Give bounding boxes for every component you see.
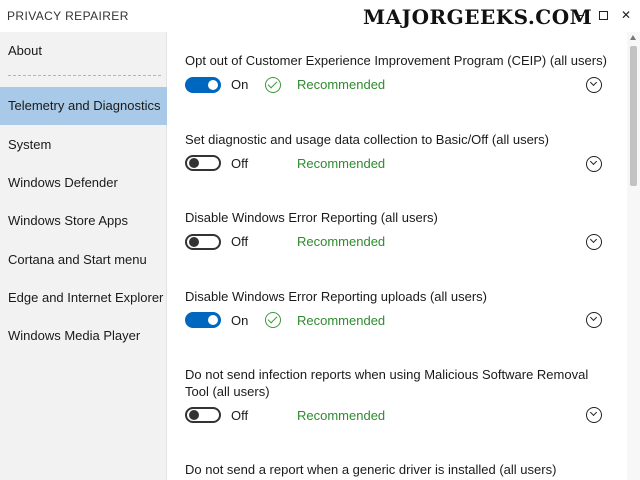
sidebar: About Telemetry and Diagnostics System W… bbox=[0, 32, 167, 480]
close-icon[interactable]: ✕ bbox=[618, 6, 634, 24]
setting-ceip: Opt out of Customer Experience Improveme… bbox=[185, 52, 610, 93]
sidebar-item-label: Windows Store Apps bbox=[8, 213, 128, 228]
chevron-down-circle-icon[interactable] bbox=[586, 156, 602, 172]
sidebar-item-label: Cortana and Start menu bbox=[8, 252, 147, 267]
minimize-icon[interactable] bbox=[572, 6, 588, 24]
maximize-icon[interactable] bbox=[595, 6, 611, 24]
chevron-down-circle-icon[interactable] bbox=[586, 77, 602, 93]
setting-error-reporting: Disable Windows Error Reporting (all use… bbox=[185, 209, 610, 250]
recommended-label: Recommended bbox=[297, 313, 386, 328]
setting-title: Set diagnostic and usage data collection… bbox=[185, 132, 549, 147]
scroll-up-arrow-icon[interactable] bbox=[630, 35, 636, 40]
toggle-knob bbox=[208, 315, 218, 325]
toggle-knob bbox=[189, 410, 199, 420]
sidebar-separator bbox=[8, 75, 161, 76]
vertical-scrollbar[interactable] bbox=[627, 32, 640, 480]
toggle-state: Off bbox=[231, 408, 249, 423]
setting-msrt-reports: Do not send infection reports when using… bbox=[185, 366, 610, 423]
toggle-knob bbox=[208, 80, 218, 90]
sidebar-item-cortana[interactable]: Cortana and Start menu bbox=[0, 241, 167, 279]
sidebar-item-media-player[interactable]: Windows Media Player bbox=[0, 317, 167, 355]
sidebar-item-edge-ie[interactable]: Edge and Internet Explorer bbox=[0, 279, 167, 317]
setting-diagnostic-data: Set diagnostic and usage data collection… bbox=[185, 131, 610, 172]
setting-title: Disable Windows Error Reporting (all use… bbox=[185, 210, 438, 225]
sidebar-item-label: Windows Defender bbox=[8, 175, 118, 190]
recommended-label: Recommended bbox=[297, 156, 386, 171]
setting-title: Do not send infection reports when using… bbox=[185, 367, 589, 399]
toggle-knob bbox=[189, 158, 199, 168]
toggle-switch[interactable] bbox=[185, 77, 221, 93]
watermark-logo: MAJORGEEKS.COM bbox=[363, 5, 593, 29]
sidebar-item-windows-defender[interactable]: Windows Defender bbox=[0, 164, 167, 202]
recommended-label: Recommended bbox=[297, 234, 386, 249]
sidebar-item-label: About bbox=[8, 43, 42, 58]
sidebar-item-windows-store-apps[interactable]: Windows Store Apps bbox=[0, 202, 167, 240]
recommended-label: Recommended bbox=[297, 77, 386, 92]
scrollbar-thumb[interactable] bbox=[630, 46, 637, 186]
setting-title: Do not send a report when a generic driv… bbox=[185, 462, 557, 477]
app-title: PRIVACY REPAIRER bbox=[7, 9, 129, 23]
sidebar-item-label: Windows Media Player bbox=[8, 328, 141, 343]
toggle-state: On bbox=[231, 313, 249, 328]
toggle-knob bbox=[189, 237, 199, 247]
recommended-label: Recommended bbox=[297, 408, 386, 423]
setting-title: Opt out of Customer Experience Improveme… bbox=[185, 53, 607, 68]
sidebar-item-telemetry[interactable]: Telemetry and Diagnostics bbox=[0, 87, 167, 125]
toggle-state: Off bbox=[231, 156, 249, 171]
sidebar-item-system[interactable]: System bbox=[0, 126, 167, 164]
check-circle-icon bbox=[265, 77, 281, 93]
setting-generic-driver: Do not send a report when a generic driv… bbox=[185, 461, 610, 478]
sidebar-item-label: Telemetry and Diagnostics bbox=[8, 98, 161, 113]
toggle-state: Off bbox=[231, 234, 249, 249]
toggle-switch[interactable] bbox=[185, 234, 221, 250]
toggle-switch[interactable] bbox=[185, 407, 221, 423]
title-bar: PRIVACY REPAIRER MAJORGEEKS.COM ✕ bbox=[0, 0, 640, 32]
sidebar-item-label: Edge and Internet Explorer bbox=[8, 290, 164, 305]
chevron-down-circle-icon[interactable] bbox=[586, 312, 602, 328]
toggle-switch[interactable] bbox=[185, 312, 221, 328]
chevron-down-circle-icon[interactable] bbox=[586, 234, 602, 250]
toggle-state: On bbox=[231, 77, 249, 92]
setting-error-uploads: Disable Windows Error Reporting uploads … bbox=[185, 288, 610, 328]
sidebar-item-about[interactable]: About bbox=[0, 32, 167, 70]
check-circle-icon bbox=[265, 312, 281, 328]
toggle-switch[interactable] bbox=[185, 155, 221, 171]
settings-panel: Opt out of Customer Experience Improveme… bbox=[167, 32, 627, 480]
sidebar-item-label: System bbox=[8, 137, 52, 152]
chevron-down-circle-icon[interactable] bbox=[586, 407, 602, 423]
setting-title: Disable Windows Error Reporting uploads … bbox=[185, 289, 488, 304]
